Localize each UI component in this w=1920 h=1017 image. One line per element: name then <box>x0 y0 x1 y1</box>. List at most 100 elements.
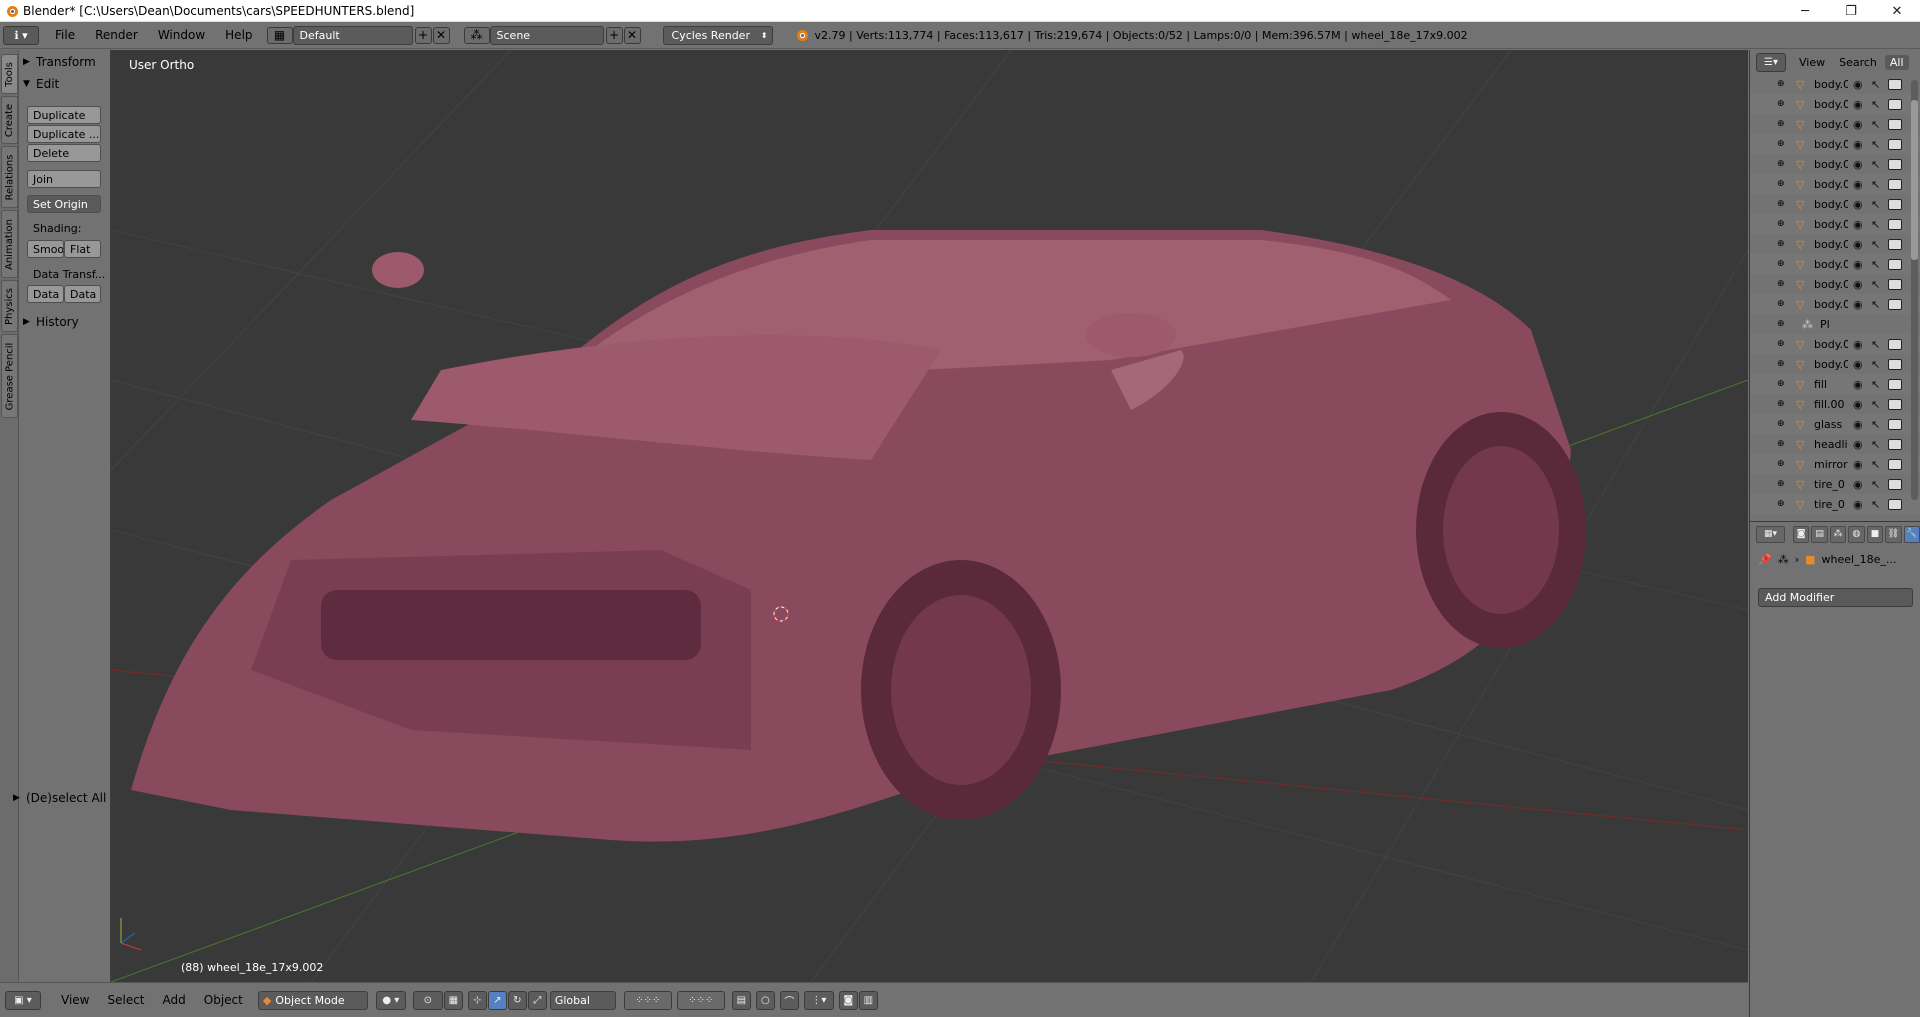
render-camera-icon[interactable] <box>1888 438 1902 450</box>
tab-create[interactable]: Create <box>1 96 18 144</box>
eye-icon[interactable]: ◉ <box>1853 138 1863 151</box>
outliner-item-name[interactable]: body.0 <box>1814 298 1848 311</box>
cursor-arrow-icon[interactable]: ↖ <box>1871 418 1880 431</box>
manipulator-toggle[interactable]: ⊹ <box>467 990 487 1010</box>
eye-icon[interactable]: ◉ <box>1853 238 1863 251</box>
cursor-arrow-icon[interactable]: ↖ <box>1871 338 1880 351</box>
add-screen-button[interactable]: + <box>414 26 432 44</box>
cursor-arrow-icon[interactable]: ↖ <box>1871 278 1880 291</box>
outliner-item-name[interactable]: tire_0 <box>1814 498 1848 511</box>
render-camera-icon[interactable] <box>1888 398 1902 410</box>
expand-icon[interactable]: ⊕ <box>1777 479 1785 489</box>
outliner-item-name[interactable]: body.0 <box>1814 178 1848 191</box>
outliner-row[interactable]: ⊕ ▽ body.0 ◉ ↖ <box>1750 254 1920 274</box>
eye-icon[interactable]: ◉ <box>1853 178 1863 191</box>
outliner-row[interactable]: ⊕ ▽ fill.00 ◉ ↖ <box>1750 394 1920 414</box>
eye-icon[interactable]: ◉ <box>1853 298 1863 311</box>
outliner-row[interactable]: ⊕ ▽ mirror ◉ ↖ <box>1750 454 1920 474</box>
cursor-arrow-icon[interactable]: ↖ <box>1871 498 1880 511</box>
delete-button[interactable]: Delete <box>27 144 101 162</box>
eye-icon[interactable]: ◉ <box>1853 458 1863 471</box>
menu-add[interactable]: Add <box>154 993 195 1007</box>
cursor-arrow-icon[interactable]: ↖ <box>1871 218 1880 231</box>
expand-icon[interactable]: ⊕ <box>1777 359 1785 369</box>
outliner-row[interactable]: ⊕ ⁂ Pl <box>1750 314 1920 334</box>
eye-icon[interactable]: ◉ <box>1853 418 1863 431</box>
render-engine-select[interactable]: Cycles Render ⬍ <box>662 25 773 45</box>
operator-panel-deselect-all[interactable]: ▶ (De)select All <box>13 788 111 808</box>
modifiers-tab-icon[interactable]: 🔧 <box>1903 525 1920 543</box>
outliner-item-name[interactable]: body.0 <box>1814 218 1848 231</box>
cursor-arrow-icon[interactable]: ↖ <box>1871 98 1880 111</box>
editor-type-button[interactable]: ℹ ▾ <box>3 25 39 45</box>
world-tab-icon[interactable]: ◍ <box>1848 525 1865 543</box>
render-camera-icon[interactable] <box>1888 78 1902 90</box>
close-button[interactable]: ✕ <box>1874 0 1920 22</box>
outliner-item-name[interactable]: body.0 <box>1814 98 1848 111</box>
outliner-search-menu[interactable]: Search <box>1839 56 1877 69</box>
translate-manipulator[interactable]: ↗ <box>487 990 507 1010</box>
shade-smooth-button[interactable]: Smoo <box>27 240 64 258</box>
delete-screen-button[interactable]: ✕ <box>432 26 450 44</box>
expand-icon[interactable]: ⊕ <box>1777 79 1785 89</box>
eye-icon[interactable]: ◉ <box>1853 478 1863 491</box>
render-animation-button[interactable]: ▥ <box>858 990 878 1010</box>
expand-icon[interactable]: ⊕ <box>1777 279 1785 289</box>
cursor-arrow-icon[interactable]: ↖ <box>1871 478 1880 491</box>
outliner-item-name[interactable]: body.0 <box>1814 78 1848 91</box>
proportional-edit-toggle[interactable]: ○ <box>755 990 775 1010</box>
render-camera-icon[interactable] <box>1888 158 1902 170</box>
panel-history[interactable]: ▶ History <box>23 312 109 332</box>
eye-icon[interactable]: ◉ <box>1853 258 1863 271</box>
expand-icon[interactable]: ⊕ <box>1777 339 1785 349</box>
eye-icon[interactable]: ◉ <box>1853 338 1863 351</box>
render-camera-icon[interactable] <box>1888 118 1902 130</box>
eye-icon[interactable]: ◉ <box>1853 198 1863 211</box>
menu-help[interactable]: Help <box>215 22 262 49</box>
render-camera-icon[interactable] <box>1888 238 1902 250</box>
rotate-manipulator[interactable]: ↻ <box>507 990 527 1010</box>
render-camera-icon[interactable] <box>1888 198 1902 210</box>
eye-icon[interactable]: ◉ <box>1853 378 1863 391</box>
cursor-arrow-icon[interactable]: ↖ <box>1871 238 1880 251</box>
outliner-item-name[interactable]: fill.00 <box>1814 398 1848 411</box>
data-layout-button[interactable]: Data <box>64 285 101 303</box>
outliner-item-name[interactable]: fill <box>1814 378 1848 391</box>
eye-icon[interactable]: ◉ <box>1853 98 1863 111</box>
duplicate-button[interactable]: Duplicate <box>27 106 101 124</box>
expand-icon[interactable]: ⊕ <box>1777 499 1785 509</box>
snap-toggle[interactable]: ⌒ <box>779 990 799 1010</box>
render-layers-tab-icon[interactable]: ▤ <box>1811 525 1828 543</box>
eye-icon[interactable]: ◉ <box>1853 218 1863 231</box>
cursor-arrow-icon[interactable]: ↖ <box>1871 138 1880 151</box>
menu-select[interactable]: Select <box>98 993 153 1007</box>
menu-window[interactable]: Window <box>148 22 215 49</box>
render-camera-icon[interactable] <box>1888 178 1902 190</box>
scale-manipulator[interactable]: ⤢ <box>527 990 547 1010</box>
outliner-item-name[interactable]: body.0 <box>1814 258 1848 271</box>
cursor-arrow-icon[interactable]: ↖ <box>1871 398 1880 411</box>
render-camera-icon[interactable] <box>1888 478 1902 490</box>
outliner-row[interactable]: ⊕ ▽ body.0 ◉ ↖ <box>1750 194 1920 214</box>
render-camera-icon[interactable] <box>1888 378 1902 390</box>
cursor-arrow-icon[interactable]: ↖ <box>1871 298 1880 311</box>
expand-icon[interactable]: ⊕ <box>1777 419 1785 429</box>
outliner-item-name[interactable]: body.0 <box>1814 338 1848 351</box>
outliner-view-menu[interactable]: View <box>1799 56 1825 69</box>
editor-type-button[interactable]: ▣ ▾ <box>5 990 41 1010</box>
mode-select[interactable]: ◆ Object Mode <box>257 990 368 1010</box>
render-camera-icon[interactable] <box>1888 418 1902 430</box>
scene-icon[interactable]: ⁂ <box>463 26 490 44</box>
expand-icon[interactable]: ⊕ <box>1777 159 1785 169</box>
join-button[interactable]: Join <box>27 170 101 188</box>
render-camera-icon[interactable] <box>1888 498 1902 510</box>
layer-buttons-right[interactable]: ⁘⁘⁘ <box>676 990 725 1010</box>
set-origin-dropdown[interactable]: Set Origin <box>27 195 101 213</box>
menu-view[interactable]: View <box>52 993 98 1007</box>
add-modifier-dropdown[interactable]: Add Modifier <box>1758 588 1913 607</box>
outliner-row[interactable]: ⊕ ▽ body.0 ◉ ↖ <box>1750 154 1920 174</box>
outliner-row[interactable]: ⊕ ▽ headli ◉ ↖ <box>1750 434 1920 454</box>
render-tab-icon[interactable]: ◙ <box>1792 525 1810 543</box>
duplicate-linked-button[interactable]: Duplicate ... <box>27 125 101 143</box>
tab-grease-pencil[interactable]: Grease Pencil <box>1 334 18 418</box>
